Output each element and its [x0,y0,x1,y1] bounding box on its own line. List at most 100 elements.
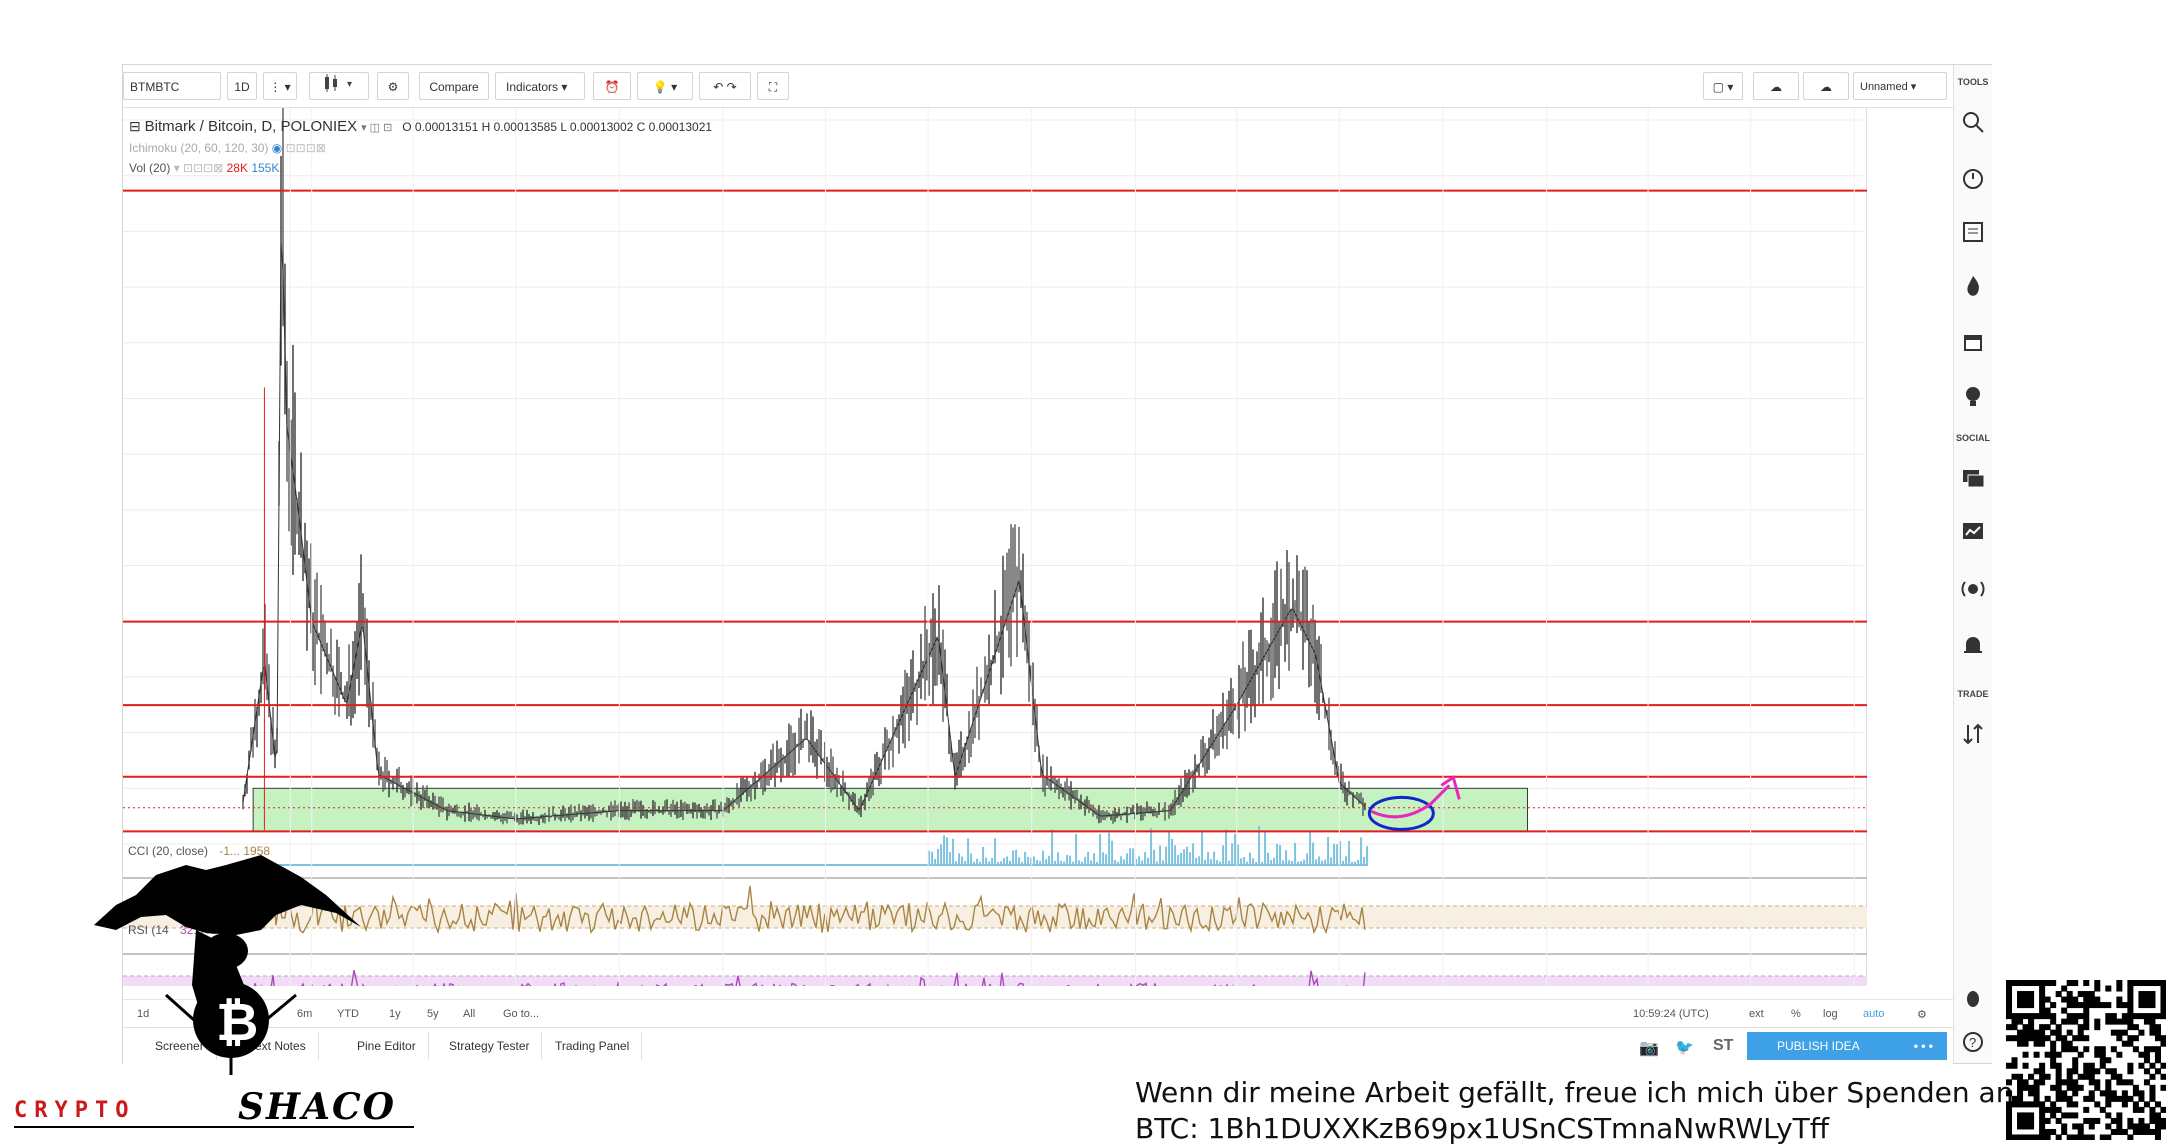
range-all[interactable]: All [463,1008,475,1020]
goto-button[interactable]: Go to... [503,1008,539,1020]
main-legend: ⊟ Bitmark / Bitcoin, D, POLONIEX ▾ ◫ ⊡ O… [129,118,713,135]
qr-module [2105,1090,2112,1097]
qr-module [2061,985,2068,992]
qr-module [2022,1134,2029,1140]
qr-module [2149,1013,2156,1020]
volume-bar [1132,848,1135,866]
rsi-band [123,976,1867,1014]
symbol-label: BTMBTC [130,80,180,94]
calendar-icon[interactable] [1960,329,1986,355]
qr-module [2127,1018,2134,1025]
volume-bar [1168,831,1171,866]
layout-select-icon[interactable]: ▢ ▾ [1703,72,1743,100]
qr-module [2132,980,2139,987]
qr-module [2017,1073,2024,1080]
fullscreen-icon[interactable]: ⛶ [757,72,789,100]
tab-trading-panel[interactable]: Trading Panel [543,1032,643,1060]
brand-underline [14,1126,414,1128]
auto-toggle[interactable]: auto [1863,1008,1884,1020]
chart-plot-area[interactable]: 0.002600000.002400000.002200000.00200000… [123,78,1936,1035]
qr-module [2044,980,2051,987]
qr-module [2077,1013,2084,1020]
qr-module [2160,1062,2166,1069]
cloud-load-icon[interactable]: ☁ [1753,72,1799,100]
qr-module [2127,1068,2134,1075]
list-icon[interactable] [1960,219,1986,245]
qr-module [2066,1018,2073,1025]
chart-style-button[interactable]: ▾ [309,72,369,100]
log-toggle[interactable]: log [1823,1008,1838,1020]
ideas-icon[interactable] [1960,519,1986,545]
qr-module [2050,1040,2057,1047]
qr-module [2116,1035,2123,1042]
help-icon[interactable]: ? [1960,1029,1986,1055]
more-menu-icon[interactable]: ⋮ ▾ [263,72,297,100]
stream-icon[interactable] [1960,577,1986,603]
qr-module [2105,1002,2112,1009]
qr-module [2072,1084,2079,1091]
qr-module [2022,1062,2029,1069]
volume-bar [949,852,952,866]
undo-redo-icon[interactable]: ↶ ↷ [699,72,751,100]
indicators-button[interactable]: Indicators ▾ [495,72,585,100]
qr-module [2138,991,2145,998]
tab-strategy-tester[interactable]: Strategy Tester [437,1032,543,1060]
qr-module [2143,1128,2150,1135]
qr-module [2077,1051,2084,1058]
volume-bar [1099,834,1102,866]
qr-module [2160,1007,2166,1014]
qr-module [2017,1112,2024,1119]
trade-icon[interactable] [1960,721,1986,747]
fire-icon[interactable] [1960,273,1986,299]
qr-module [2088,1068,2095,1075]
stocktwits-icon[interactable]: ST [1713,1037,1733,1055]
qr-module [2094,985,2101,992]
compare-button[interactable]: Compare [419,72,489,100]
qr-module [2011,1073,2018,1080]
qr-module [2088,991,2095,998]
qr-module [2143,980,2150,987]
layout-name-button[interactable]: Unnamed ▾ [1853,72,1947,100]
alarm-icon[interactable] [1960,165,1986,191]
chat-icon[interactable] [1960,465,1986,491]
qr-module [2050,1002,2057,1009]
qr-module [2094,1079,2101,1086]
collapse-icon[interactable]: ⊟ [129,118,141,134]
qr-module [2099,1106,2106,1113]
camera-icon[interactable]: 📷 [1639,1038,1659,1058]
qr-module [2077,1002,2084,1009]
range-5y[interactable]: 5y [427,1008,439,1020]
cloud-save-icon[interactable]: ☁ [1803,72,1849,100]
candles-icon: ▾ [325,74,352,92]
ext-toggle[interactable]: ext [1749,1008,1764,1020]
qr-module [2116,1018,2123,1025]
symbol-search-input[interactable]: BTMBTC [123,72,221,100]
percent-toggle[interactable]: % [1791,1008,1801,1020]
qr-module [2110,1073,2117,1080]
qr-module [2061,1079,2068,1086]
search-icon[interactable] [1960,109,1986,135]
range-1y[interactable]: 1y [389,1008,401,1020]
settings-gear-icon[interactable]: ⚙ [377,72,409,100]
twitter-icon[interactable]: 🐦 [1675,1038,1694,1056]
qr-module [2039,1073,2046,1080]
more-dots-icon[interactable]: • • • [1914,1032,1933,1060]
qr-module [2017,1090,2024,1097]
alert-icon[interactable]: ⏰ [593,72,631,100]
qr-module [2039,1007,2046,1014]
eye-icon[interactable]: ◉ [272,141,282,155]
publish-idea-button[interactable]: PUBLISH IDEA • • • [1747,1032,1947,1060]
qr-module [2066,1134,2073,1140]
bell-icon[interactable] [1960,633,1986,659]
qr-module [2121,1040,2128,1047]
shaco-logo: ₿ [94,855,361,1075]
bulb-icon[interactable] [1960,383,1986,409]
qr-module [2138,1029,2145,1036]
light-bulb-icon[interactable]: 💡 ▾ [637,72,693,100]
symbol-title: Bitmark / Bitcoin, D, POLONIEX [144,118,358,135]
bug-icon[interactable] [1960,985,1986,1011]
gear-icon[interactable]: ⚙ [1917,1008,1927,1021]
interval-button[interactable]: 1D [227,72,257,100]
qr-module [2160,1013,2166,1020]
qr-module [2132,1090,2139,1097]
